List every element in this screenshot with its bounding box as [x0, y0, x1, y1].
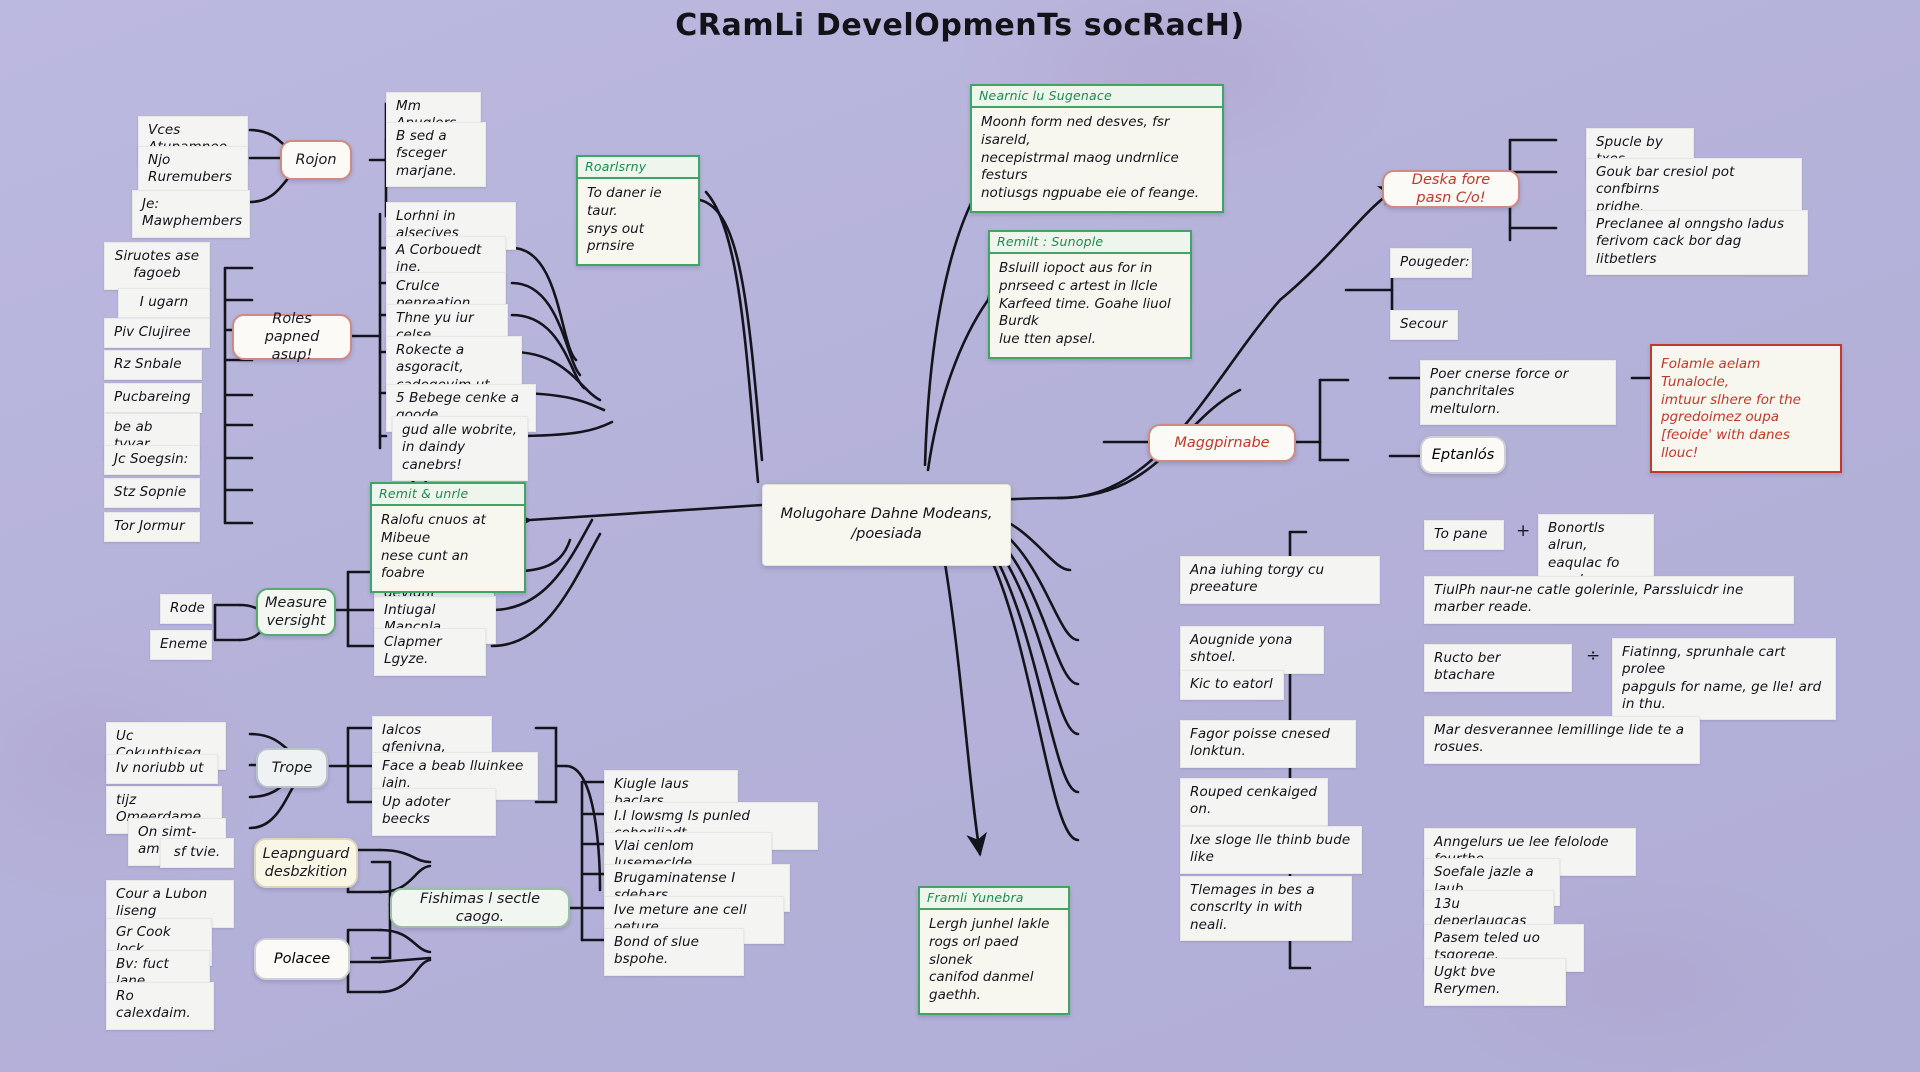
list-item[interactable]: Rode: [160, 594, 212, 625]
list-item[interactable]: TiulPh naur-ne catle golerinle, Parsslui…: [1424, 576, 1794, 624]
list-item[interactable]: Tor Jormur: [104, 512, 200, 543]
list-item[interactable]: Fiatinng, sprunhale cart prolee papguls …: [1612, 638, 1836, 721]
note-body: Moonh form ned desves, fsr isareld, nece…: [981, 114, 1200, 202]
list-item[interactable]: Kic to eatorl: [1180, 670, 1284, 701]
list-item[interactable]: Piv Clujiree: [104, 318, 210, 349]
note-card-warning[interactable]: Folamle aelam Tunalocle, imtuur slhere f…: [1650, 344, 1842, 473]
list-item[interactable]: Up adoter beecks: [372, 788, 496, 836]
note-body: Ralofu cnuos at Mibeue nese cunt an foab…: [381, 512, 486, 582]
branch-node-roles[interactable]: Roles papned asup!: [232, 311, 352, 363]
note-body: To daner ie taur. snys out prnsire: [587, 185, 662, 255]
note-card-roarlsrny[interactable]: Roarlsrny To daner ie taur. snys out prn…: [576, 155, 700, 267]
note-body: Folamle aelam Tunalocle, imtuur slhere f…: [1661, 356, 1801, 462]
note-header: Nearnic lu Sugenace: [972, 86, 1222, 108]
list-item[interactable]: Pougeder:: [1390, 248, 1472, 279]
note-header: Remit & unrle: [372, 484, 524, 506]
list-item[interactable]: Rouped cenkaiged on.: [1180, 778, 1328, 826]
list-item[interactable]: To pane: [1424, 520, 1504, 551]
list-item[interactable]: Eneme: [150, 630, 212, 661]
list-item[interactable]: Pucbareing: [104, 383, 202, 414]
list-item[interactable]: Preclanee al onngsho ladus ferivom cack …: [1586, 210, 1808, 275]
note-body: Lergh junhel lakle rogs orl paed slonek …: [929, 916, 1050, 1004]
list-item[interactable]: Iv noriubb ut: [106, 754, 218, 785]
plus-symbol: +: [1516, 521, 1531, 541]
central-node[interactable]: Molugohare Dahne Modeans, /poesiada: [762, 484, 1011, 566]
list-item[interactable]: gud alle wobrite, in daindy canebrs!: [392, 416, 528, 481]
branch-node-rojon[interactable]: Rojon: [280, 140, 352, 180]
list-item[interactable]: Ro calexdaim.: [106, 982, 214, 1030]
list-item[interactable]: Aougnide yona shtoel.: [1180, 626, 1324, 674]
divide-symbol: ÷: [1586, 646, 1601, 666]
list-item[interactable]: Secour: [1390, 310, 1458, 341]
list-item[interactable]: Poer cnerse force or panchritales meltul…: [1420, 360, 1616, 425]
list-item[interactable]: B sed a fsceger marjane.: [386, 122, 486, 187]
branch-node-maggpirnabe[interactable]: Maggpirnabe: [1148, 424, 1296, 462]
list-item[interactable]: Fagor poisse cnesed lonktun.: [1180, 720, 1356, 768]
list-item[interactable]: Mar desverannee lemillinge lide te a ros…: [1424, 716, 1700, 764]
list-item[interactable]: Ixe sloge lle thinb bude like: [1180, 826, 1362, 874]
note-header: Remilt : Sunople: [990, 232, 1190, 254]
page-title: CRamLi DevelOpmenTs socRacH): [675, 8, 1245, 43]
list-item[interactable]: Stz Sopnie: [104, 478, 200, 509]
list-item[interactable]: I ugarn: [118, 288, 210, 319]
list-item[interactable]: Ugkt bve Rerymen.: [1424, 958, 1566, 1006]
branch-node-fishmas[interactable]: Fishimas l sectle caogo.: [390, 888, 570, 928]
list-item[interactable]: Ana iuhing torgy cu preeature: [1180, 556, 1380, 604]
note-header: Roarlsrny: [578, 157, 698, 179]
list-item[interactable]: Bond of slue bspohe.: [604, 928, 744, 976]
note-card-remit-sunople[interactable]: Remilt : Sunople Bsluill iopoct aus for …: [988, 230, 1192, 360]
branch-node-leapnguard[interactable]: Leapnguard desbzkition: [254, 838, 358, 888]
list-item[interactable]: Clapmer Lgyze.: [374, 628, 486, 676]
list-item[interactable]: Rz Snbale: [104, 350, 202, 381]
branch-node-polace[interactable]: Polacee: [254, 938, 350, 980]
mindmap-canvas: CRamLi DevelOpmenTs socRacH) Molugohare …: [0, 0, 1920, 1072]
note-header: Framli Yunebra: [920, 888, 1068, 910]
branch-node-deska[interactable]: Deska fore pasn C/o!: [1382, 170, 1520, 208]
list-item[interactable]: Siruotes ase fagoeb: [104, 242, 210, 290]
list-item[interactable]: sf tvie.: [160, 838, 234, 869]
list-item[interactable]: Tlemages in bes a conscrlty in with neal…: [1180, 876, 1352, 941]
note-card-framli[interactable]: Framli Yunebra Lergh junhel lakle rogs o…: [918, 886, 1070, 1016]
note-card-remit-urnle[interactable]: Remit & unrle Ralofu cnuos at Mibeue nes…: [370, 482, 526, 594]
list-item[interactable]: Jc Soegsin:: [104, 445, 200, 476]
branch-node-trope[interactable]: Trope: [256, 748, 328, 788]
note-body: Bsluill iopoct aus for in pnrseed c arte…: [999, 260, 1171, 348]
branch-node-eptanlos[interactable]: Eptanlós: [1420, 436, 1506, 474]
note-card-nearnic[interactable]: Nearnic lu Sugenace Moonh form ned desve…: [970, 84, 1224, 214]
list-item[interactable]: Njo Ruremubers: [138, 146, 248, 194]
branch-node-measure[interactable]: Measure versight: [256, 588, 336, 636]
list-item[interactable]: Je: Mawphembers: [132, 190, 250, 238]
list-item[interactable]: Ructo ber btachare: [1424, 644, 1572, 692]
